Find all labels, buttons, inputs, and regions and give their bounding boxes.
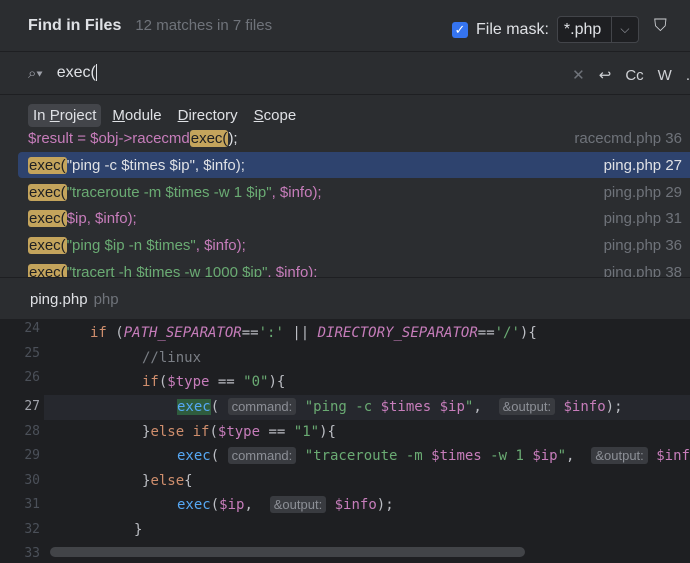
- result-row[interactable]: exec($ip, $info); ping.php 31: [18, 205, 690, 231]
- line-number: 27: [24, 399, 40, 414]
- match-case-button[interactable]: Cc: [625, 67, 643, 84]
- code-line: }else{: [142, 473, 193, 489]
- dialog-title: Find in Files: [28, 16, 122, 34]
- tab-scope[interactable]: Scope: [249, 104, 302, 127]
- code-line: exec($ip, &output: $info);: [177, 496, 394, 513]
- line-number: 30: [24, 473, 40, 488]
- preview-file: ping.php: [30, 290, 88, 308]
- file-mask: ✓ File mask: *.php ⌵: [452, 16, 639, 43]
- file-mask-label: File mask:: [476, 20, 549, 38]
- line-number: 33: [24, 546, 40, 561]
- words-button[interactable]: W: [658, 67, 672, 84]
- code-line: exec( command: "ping -c $times $ip", &ou…: [177, 398, 623, 415]
- code-line: exec( command: "traceroute -m $times -w …: [177, 447, 690, 464]
- file-mask-checkbox[interactable]: ✓: [452, 21, 468, 38]
- clear-icon[interactable]: ✕: [572, 66, 585, 84]
- line-number: 29: [24, 448, 40, 463]
- more-icon[interactable]: .: [686, 67, 690, 84]
- chevron-down-icon[interactable]: ⌵: [610, 17, 638, 42]
- tab-directory[interactable]: Directory: [173, 104, 243, 127]
- code-line: if (PATH_SEPARATOR==':' || DIRECTORY_SEP…: [90, 325, 537, 341]
- horizontal-scrollbar[interactable]: [50, 547, 525, 557]
- search-icon[interactable]: ⌕▾: [28, 65, 43, 82]
- result-row[interactable]: exec("ping $ip -n $times", $info); ping.p…: [18, 232, 690, 258]
- search-bar: ⌕▾ exec( ✕ ↩ Cc W .: [0, 52, 690, 95]
- file-mask-select[interactable]: *.php ⌵: [556, 16, 639, 43]
- preview-header: ping.php php: [0, 279, 690, 319]
- preview-lang: php: [93, 290, 119, 308]
- line-gutter: 24 25 26 27 28 29 30 31 32 33: [0, 319, 44, 563]
- result-row[interactable]: exec("ping -c $times $ip", $info); ping.p…: [18, 152, 690, 178]
- tab-in-project[interactable]: In Project: [28, 104, 102, 127]
- filter-icon[interactable]: ⛉: [654, 16, 667, 36]
- code-preview[interactable]: 24 25 26 27 28 29 30 31 32 33 if (PATH_S…: [0, 319, 690, 563]
- code-line: //linux: [142, 350, 202, 366]
- file-mask-value[interactable]: *.php: [558, 17, 611, 42]
- search-input[interactable]: exec(: [57, 64, 97, 82]
- line-number: 25: [24, 346, 40, 361]
- line-number: 32: [24, 522, 40, 537]
- line-number: 26: [24, 370, 40, 385]
- line-number: 24: [24, 321, 40, 336]
- results-list: $result = $obj->racecmd exec(); racecmd.ph…: [0, 130, 690, 278]
- scope-tabs: In Project Module Directory Scope: [28, 104, 301, 127]
- match-count: 12 matches in 7 files: [135, 17, 273, 34]
- newline-icon[interactable]: ↩: [599, 66, 612, 84]
- code-line: }else if($type == "1"){: [142, 424, 336, 440]
- line-number: 31: [24, 497, 40, 512]
- result-row[interactable]: $result = $obj->racecmd exec(); racecmd.ph…: [18, 130, 690, 151]
- find-header: Find in Files 12 matches in 7 files ✓ Fi…: [0, 0, 690, 52]
- code-line: if($type == "0"){: [142, 374, 286, 390]
- line-number: 28: [24, 424, 40, 439]
- code-line: }: [134, 522, 143, 538]
- tab-module[interactable]: Module: [107, 104, 166, 127]
- result-row[interactable]: exec("tracert -h $times -w 1000 $ip", $i…: [18, 259, 690, 277]
- result-row[interactable]: exec("traceroute -m $times -w 1 $ip", $i…: [18, 179, 690, 205]
